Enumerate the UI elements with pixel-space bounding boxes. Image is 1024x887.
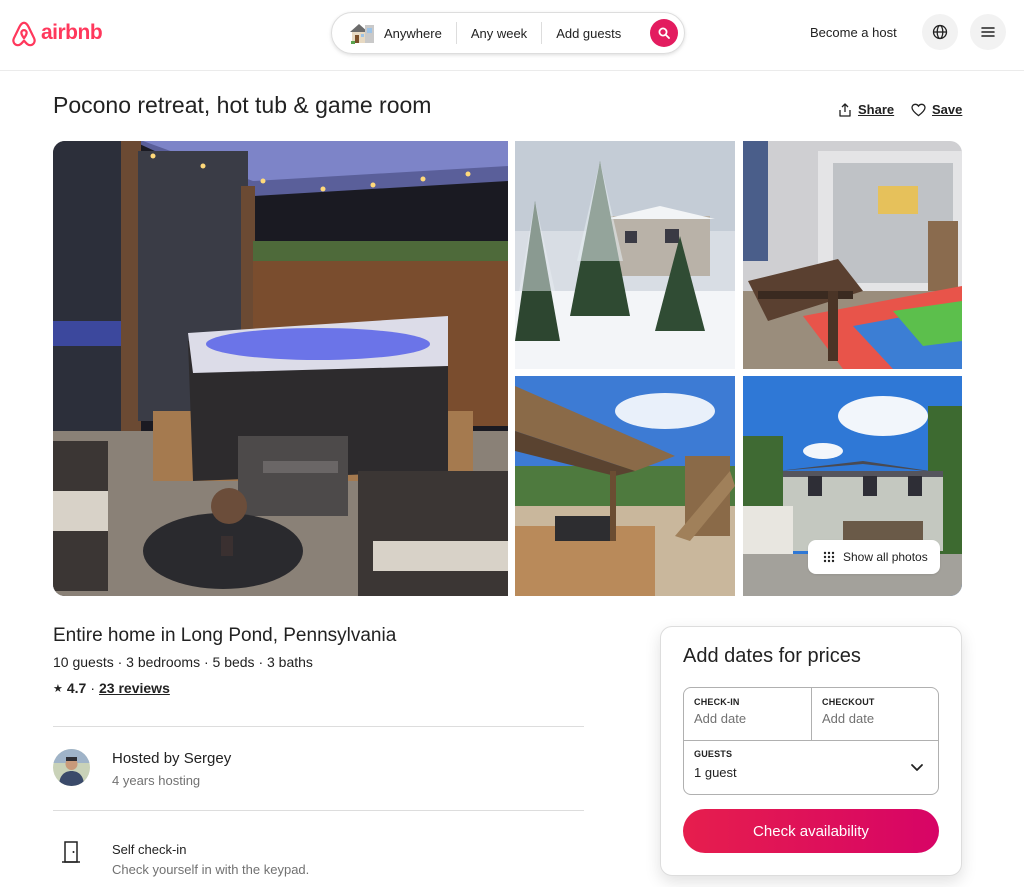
- star-icon: ★: [53, 682, 63, 695]
- save-button[interactable]: Save: [911, 102, 962, 117]
- search-anywhere[interactable]: Anywhere: [384, 26, 442, 41]
- share-icon: [839, 102, 851, 117]
- share-label: Share: [858, 102, 895, 117]
- rating-value: 4.7: [66, 680, 87, 696]
- search-divider: [455, 22, 457, 44]
- checkin-field[interactable]: CHECK-IN Add date: [694, 697, 804, 726]
- door-icon: [62, 841, 80, 863]
- airbnb-logo-icon: [12, 21, 36, 47]
- checkout-value: Add date: [822, 711, 875, 726]
- checkin-value: Add date: [694, 711, 747, 726]
- become-host-link[interactable]: Become a host: [810, 25, 897, 40]
- menu-icon: [981, 27, 995, 37]
- globe-icon: [932, 24, 948, 40]
- hot-tub-image: [53, 141, 508, 596]
- field-divider: [684, 740, 938, 741]
- heart-icon: [911, 103, 926, 116]
- rating-separator: ·: [90, 680, 96, 696]
- host-photo: [53, 749, 90, 786]
- photo-game-room[interactable]: [743, 141, 962, 369]
- main-menu-button[interactable]: [970, 14, 1006, 50]
- checkin-label: CHECK-IN: [694, 697, 740, 707]
- guests-field[interactable]: GUESTS 1 guest: [694, 749, 930, 780]
- guests-value: 1 guest: [694, 765, 737, 780]
- photo-winter-house[interactable]: [515, 141, 735, 369]
- section-divider: [53, 726, 584, 727]
- chevron-down-icon[interactable]: [910, 760, 924, 774]
- field-divider: [811, 688, 812, 740]
- search-add-guests[interactable]: Add guests: [556, 26, 621, 41]
- checkout-field[interactable]: CHECKOUT Add date: [822, 697, 932, 726]
- booking-card-title: Add dates for prices: [683, 645, 861, 667]
- search-any-week[interactable]: Any week: [471, 26, 527, 41]
- check-availability-button[interactable]: Check availability: [683, 809, 939, 853]
- photo-hot-tub[interactable]: [53, 141, 508, 596]
- booking-inputs: CHECK-IN Add date CHECKOUT Add date GUES…: [683, 687, 939, 795]
- guests-label: GUESTS: [694, 749, 733, 759]
- photo-gazebo[interactable]: [515, 376, 735, 596]
- house-icon: [350, 24, 374, 44]
- home-type-heading: Entire home in Long Pond, Pennsylvania: [53, 625, 397, 646]
- feature-description: Check yourself in with the keypad.: [112, 862, 310, 877]
- search-bar[interactable]: Anywhere Any week Add guests: [331, 12, 685, 54]
- share-button[interactable]: Share: [838, 102, 894, 117]
- host-avatar[interactable]: [53, 749, 90, 786]
- reviews-link[interactable]: 23 reviews: [99, 680, 170, 696]
- search-button[interactable]: [650, 19, 678, 47]
- feature-title: Self check-in: [112, 842, 187, 857]
- winter-house-image: [515, 141, 735, 369]
- checkout-label: CHECKOUT: [822, 697, 875, 707]
- show-all-photos-button[interactable]: Show all photos: [808, 540, 940, 574]
- home-capacity: 10 guests · 3 bedrooms · 5 beds · 3 bath…: [53, 654, 313, 670]
- section-divider: [53, 810, 584, 811]
- airbnb-logo[interactable]: airbnb: [9, 19, 103, 49]
- save-label: Save: [932, 102, 963, 117]
- game-room-image: [743, 141, 962, 369]
- rating-row: ★ 4.7 · 23 reviews: [53, 680, 170, 696]
- host-name: Hosted by Sergey: [112, 750, 232, 767]
- booking-card: Add dates for prices CHECK-IN Add date C…: [660, 626, 962, 876]
- logo-wordmark: airbnb: [41, 21, 103, 44]
- search-divider: [541, 22, 543, 44]
- host-experience: 4 years hosting: [112, 773, 201, 788]
- gazebo-image: [515, 376, 735, 596]
- grid-icon: [823, 551, 835, 563]
- language-button[interactable]: [922, 14, 958, 50]
- show-all-photos-label: Show all photos: [843, 550, 928, 564]
- listing-title: Pocono retreat, hot tub & game room: [53, 92, 432, 118]
- top-navigation-bar: airbnb Anywhere Any week Add guests Beco…: [0, 0, 1024, 71]
- search-icon: [658, 27, 670, 39]
